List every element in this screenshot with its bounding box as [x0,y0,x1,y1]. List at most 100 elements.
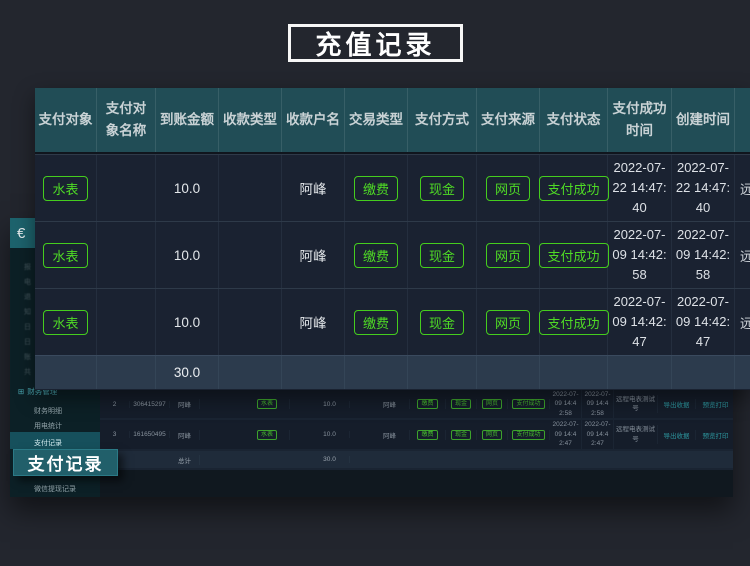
empty-cell [735,356,750,389]
pay-status-cell: 支付成功 [540,289,608,355]
sidebar-item-power-stats[interactable]: 用电统计 [34,421,62,431]
empty-cell [282,356,345,389]
pay-source-cell: 网页 [477,289,540,355]
row-index: 3 [100,431,130,438]
success-time: 2022-07-09 14:42:58 [550,390,582,418]
payer-name: 阿峰 [170,399,200,409]
pay-status-cell: 支付成功 [540,155,608,221]
trade-type-cell: 缴费 [410,399,446,409]
empty-cell [35,356,97,389]
header-remark [735,88,750,152]
object-name-cell [97,289,156,355]
trade-type-cell: 缴费 [345,222,408,288]
header-payee: 收款户名 [282,88,345,152]
table-header-row: 支付对象 支付对象名称 到账金额 收款类型 收款户名 交易类型 支付方式 支付来… [35,88,750,154]
header-object-name: 支付对象名称 [97,88,156,152]
export-receipt-link[interactable]: 导出收据 [658,399,696,409]
empty-cell [477,356,540,389]
water-meter-badge: 水表 [43,176,87,201]
pay-object-cell: 水表 [35,155,97,221]
header-pay-method: 支付方式 [408,88,477,152]
pay-method-cell: 现金 [446,430,477,440]
trade-type-cell: 缴费 [345,155,408,221]
remark-cell: 远程电表测试号 [735,289,750,355]
header-collect-type: 收款类型 [219,88,282,152]
total-amount-cell: 30.0 [156,356,219,389]
empty-cell [219,356,282,389]
payee-cell: 阿峰 [282,289,345,355]
pay-status-badge: 支付成功 [539,310,609,335]
remark-cell: 远程电表测试号 [735,222,750,288]
app-logo: € [10,218,35,248]
pay-status-badge: 支付成功 [539,243,609,268]
preview-print-link[interactable]: 预览打印 [696,399,733,409]
magnified-records-table: 支付对象 支付对象名称 到账金额 收款类型 收款户名 交易类型 支付方式 支付来… [35,88,750,390]
device-badge-cell: 水表 [245,430,290,440]
table-row[interactable]: 水表 10.0 阿峰 缴费 现金 网页 支付成功 2022-07-09 14:4… [35,288,750,355]
water-meter-badge: 水表 [43,243,87,268]
table-row[interactable]: 水表 10.0 阿峰 缴费 现金 网页 支付成功 2022-07-22 14:4… [35,154,750,221]
header-pay-source: 支付来源 [477,88,540,152]
empty-cell [672,356,735,389]
empty-cell [540,356,608,389]
magnified-payment-records-label[interactable]: 支付记录 [13,449,118,476]
create-time: 2022-07-09 14:42:58 [582,390,614,418]
sidebar-item-payment-records[interactable]: 支付记录 [10,432,100,449]
water-meter-badge: 水表 [257,430,277,440]
pay-status-cell: 支付成功 [508,430,550,440]
sidebar-item-wechat-records[interactable]: 微信提现记录 [34,484,76,494]
total-amount: 30.0 [310,456,350,463]
pay-source-cell: 网页 [477,222,540,288]
header-trade-type: 交易类型 [345,88,408,152]
order-number: 306415297 [130,401,170,408]
payer-name: 阿峰 [170,430,200,440]
pay-method-badge: 现金 [420,176,464,201]
pay-source-badge: 网页 [486,243,530,268]
magnified-label-text: 支付记录 [28,450,104,475]
total-label: 总计 [170,455,200,465]
mini-table-total-row: 总计 30.0 [100,451,733,470]
empty-cell [97,356,156,389]
device-badge-cell: 水表 [245,399,290,409]
header-success-time: 支付成功时间 [608,88,672,152]
empty-cell [408,356,477,389]
mini-table-row[interactable]: 3 161650495 阿峰 水表 10.0 阿峰 缴费 现金 网页 支付成功 … [100,420,733,451]
collect-type-cell [219,155,282,221]
pay-source-badge: 网页 [486,310,530,335]
table-row[interactable]: 水表 10.0 阿峰 缴费 现金 网页 支付成功 2022-07-09 14:4… [35,221,750,288]
create-time: 2022-07-09 14:42:47 [582,420,614,448]
pay-object-cell: 水表 [35,222,97,288]
remark: 远程电表测试号 [614,425,658,443]
header-pay-object: 支付对象 [35,88,97,152]
table-total-row: 30.0 [35,355,750,389]
mini-table-row[interactable]: 2 306415297 阿峰 水表 10.0 阿峰 缴费 现金 网页 支付成功 … [100,390,733,420]
header-pay-status: 支付状态 [540,88,608,152]
trade-type-cell: 缴费 [410,430,446,440]
pay-method-badge: 现金 [451,430,471,440]
pay-method-cell: 现金 [408,155,477,221]
trade-type-cell: 缴费 [345,289,408,355]
object-name-cell [97,222,156,288]
collect-type-cell [219,222,282,288]
object-name-cell [97,155,156,221]
pay-method-badge: 现金 [420,243,464,268]
page-title: 充值记录 [315,25,435,62]
preview-print-link[interactable]: 预览打印 [696,430,733,440]
page-title-box: 充值记录 [288,24,463,62]
pay-source-cell: 网页 [477,399,508,409]
success-time-cell: 2022-07-22 14:47:40 [608,155,672,221]
trade-type-badge: 缴费 [354,176,398,201]
remark: 远程电表测试号 [614,395,658,413]
sidebar-item-label: 支付记录 [34,440,62,447]
collect-type-cell [219,289,282,355]
pay-method-badge: 现金 [420,310,464,335]
order-number: 161650495 [130,431,170,438]
empty-cell [345,356,408,389]
pay-status-badge: 支付成功 [512,430,544,440]
empty-cell [608,356,672,389]
sidebar-item-finance-detail[interactable]: 财务明细 [34,406,62,416]
payee-cell: 阿峰 [282,222,345,288]
export-receipt-link[interactable]: 导出收据 [658,430,696,440]
header-create-time: 创建时间 [672,88,735,152]
pay-object-cell: 水表 [35,289,97,355]
